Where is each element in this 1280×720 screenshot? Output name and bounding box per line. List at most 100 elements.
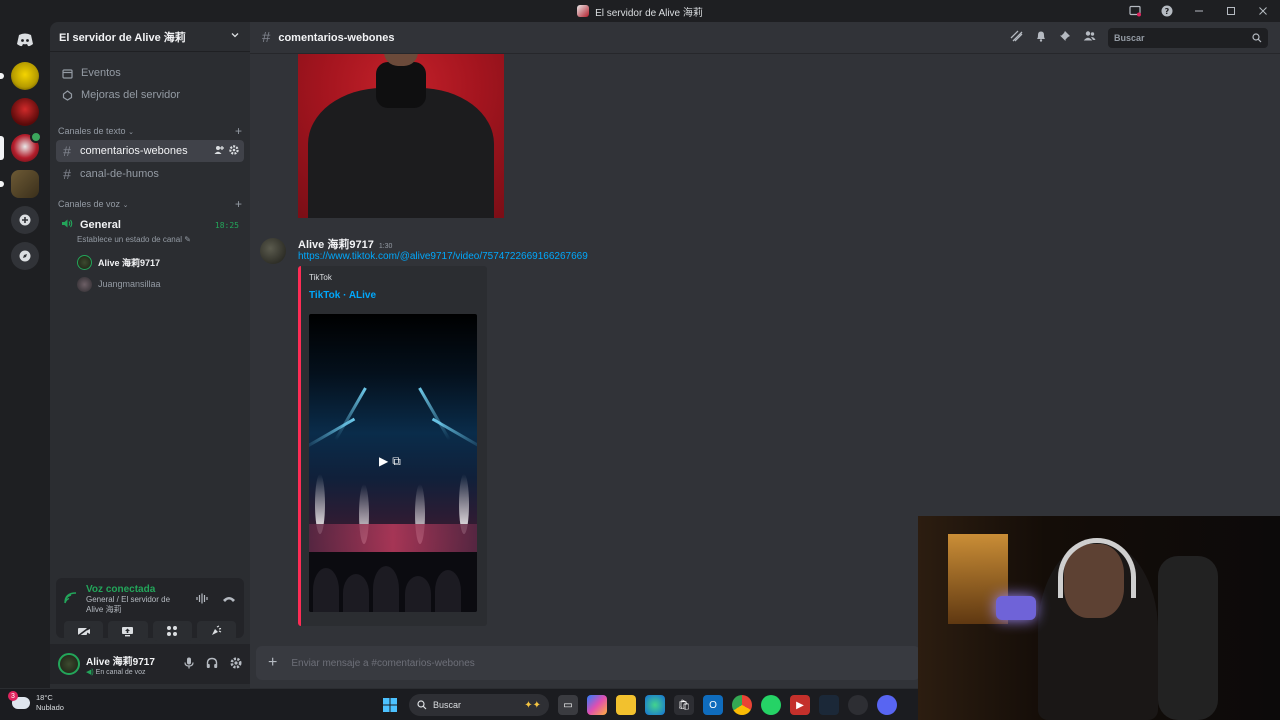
activities-button[interactable] [152,621,192,641]
discord-taskbar-icon[interactable] [877,695,897,715]
voice-status-setter[interactable]: Establece un estado de canal ✎ [77,235,250,247]
embed-video[interactable]: ▶ ⧉ [309,314,477,612]
hash-icon: # [63,166,71,182]
voice-user[interactable]: Alive 海莉9717 [77,251,250,273]
channel-canal-de-humos[interactable]: # canal-de-humos [56,163,244,185]
invite-icon[interactable] [214,145,224,158]
message-link[interactable]: https://www.tiktok.com/@alive9717/video/… [298,251,588,262]
edge-icon[interactable] [645,695,665,715]
user-panel: Alive 海莉9717 ◀) En canal de voz [50,644,250,684]
youtube-icon[interactable]: ▶ [790,695,810,715]
discord-home-icon[interactable] [11,26,39,54]
message-author[interactable]: Alive 海莉9717 [298,236,374,252]
voice-status-text: Establece un estado de canal [77,235,182,244]
inbox-icon[interactable] [1126,2,1144,20]
pin-icon[interactable] [1059,30,1071,45]
channel-name: canal-de-humos [80,168,159,180]
voice-connected-title: Voz conectada [86,584,156,595]
screen-share-button[interactable] [108,621,148,641]
speaker-icon [61,218,73,232]
maximize-icon[interactable] [1222,2,1240,20]
voice-user[interactable]: Juangmansillaa [77,273,250,295]
server-rail [0,22,50,688]
webcam-headphones [1058,538,1136,598]
user-info[interactable]: Alive 海莉9717 ◀) En canal de voz [86,653,155,676]
link-embed: TikTok TikTok · ALive ▶ ⧉ [298,266,487,626]
gear-icon[interactable] [229,144,239,158]
embed-title[interactable]: TikTok · ALive [309,290,376,301]
embed-provider[interactable]: TikTok [309,273,332,282]
threads-icon[interactable] [1010,30,1023,45]
add-server-icon[interactable] [11,206,39,234]
windows-start-icon[interactable] [380,695,400,715]
category-text-channels[interactable]: Canales de texto ⌄ + [58,122,242,140]
taskbar-search-label: Buscar [433,700,462,710]
server-icon-active[interactable] [0,131,42,162]
voice-channel-general[interactable]: General 18:25 [56,215,244,235]
microphone-icon[interactable] [184,657,194,672]
member-list-icon[interactable] [1083,30,1096,45]
channel-comentarios-webones[interactable]: # comentarios-webones [56,140,244,162]
voice-timer: 18:25 [214,220,239,230]
unread-pill [0,181,4,187]
server-header[interactable]: El servidor de Alive 海莉 [50,22,250,52]
crowd [309,552,477,612]
weather-widget[interactable]: 3 18°C Nublado [8,691,64,713]
avatar[interactable] [58,653,80,675]
disconnect-icon[interactable] [222,591,236,609]
server-icon-4[interactable] [0,170,39,198]
sidebar-item-boosts[interactable]: Mejoras del servidor [56,84,244,106]
add-attachment-icon[interactable]: + [268,654,277,672]
windows-taskbar: 3 18°C Nublado Buscar ✦✦ ▭ 🛍 O ▶ [0,688,918,720]
steam-icon[interactable] [819,695,839,715]
play-controls[interactable]: ▶ ⧉ [379,454,401,469]
voice-connected-subtitle[interactable]: General / El servidor de Alive 海莉 [86,595,188,615]
bell-icon[interactable] [1035,30,1047,45]
weather-desc: Nublado [36,703,64,712]
server-icon-1[interactable] [0,62,39,90]
search-placeholder: Buscar [1114,32,1145,43]
add-channel-icon[interactable]: + [235,197,242,211]
taskbar-search[interactable]: Buscar ✦✦ [409,694,549,716]
stage-light-beam [418,387,451,441]
copilot-icon[interactable] [587,695,607,715]
gear-icon[interactable] [230,657,242,672]
search-input[interactable]: Buscar [1108,27,1268,48]
noise-suppression-icon[interactable] [196,591,210,609]
message-composer[interactable]: + Enviar mensaje a #comentarios-webones [256,646,920,680]
headphones-icon[interactable] [206,657,218,672]
signal-icon[interactable] [64,591,78,609]
task-view-icon[interactable]: ▭ [558,695,578,715]
add-channel-icon[interactable]: + [235,124,242,138]
chrome-icon[interactable] [732,695,752,715]
server-mini-icon [577,5,590,17]
soundboard-button[interactable] [196,621,236,641]
username: Alive 海莉9717 [86,656,155,668]
file-explorer-icon[interactable] [616,695,636,715]
explore-servers-icon[interactable] [11,242,39,270]
window-titlebar: El servidor de Alive 海莉 ? [0,0,1280,22]
composer-placeholder: Enviar mensaje a #comentarios-webones [291,657,475,669]
play-icon[interactable]: ▶ [379,454,388,469]
active-pill [0,136,4,160]
close-icon[interactable] [1254,2,1272,20]
image-attachment[interactable] [298,54,504,218]
avatar [77,254,92,270]
open-external-icon[interactable]: ⧉ [392,454,401,469]
weather-temp: 18°C [36,693,53,702]
server-icon-2[interactable] [11,98,39,126]
sidebar-item-events[interactable]: Eventos [56,62,244,84]
help-icon[interactable]: ? [1158,2,1176,20]
avatar[interactable] [260,238,286,264]
outlook-icon[interactable]: O [703,695,723,715]
category-voice-channels[interactable]: Canales de voz ⌄ + [58,195,242,213]
whatsapp-icon[interactable] [761,695,781,715]
search-icon [1252,32,1262,42]
browser-icon[interactable] [848,695,868,715]
category-label: Canales de texto [58,126,126,136]
camera-off-icon [77,625,91,637]
minimize-icon[interactable] [1190,2,1208,20]
camera-button[interactable] [64,621,104,641]
chevron-down-icon[interactable] [230,30,240,43]
store-icon[interactable]: 🛍 [674,695,694,715]
